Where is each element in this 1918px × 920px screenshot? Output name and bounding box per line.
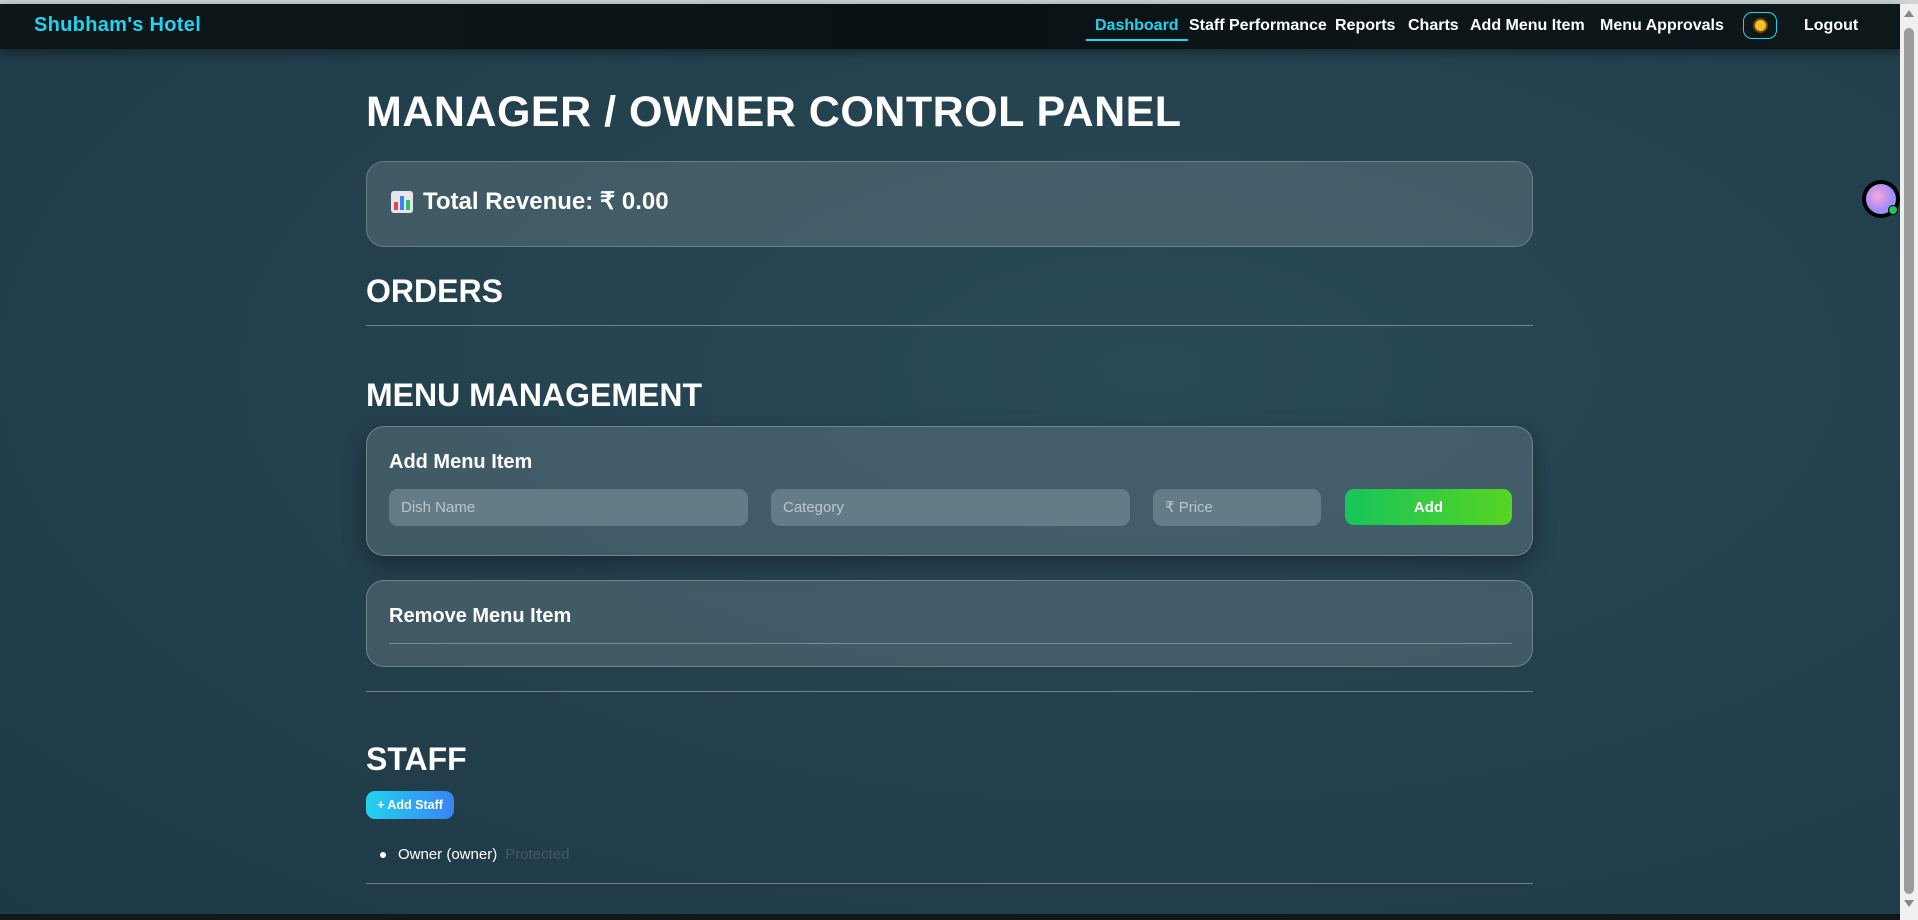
bullet-icon xyxy=(380,851,386,858)
nav-menu-approvals[interactable]: Menu Approvals xyxy=(1600,12,1724,39)
nav-charts[interactable]: Charts xyxy=(1408,12,1459,39)
add-menu-item-title: Add Menu Item xyxy=(389,451,533,473)
staff-status: Protected xyxy=(505,846,570,863)
scrollbar-thumb[interactable] xyxy=(1904,28,1914,894)
vertical-scrollbar[interactable] xyxy=(1900,4,1918,920)
revenue-card: Total Revenue: ₹ 0.00 xyxy=(366,161,1533,247)
dish-name-input[interactable] xyxy=(389,489,748,526)
staff-divider xyxy=(366,883,1533,884)
staff-name: Owner (owner) xyxy=(398,846,498,863)
remove-list-divider xyxy=(389,643,1512,644)
orders-divider xyxy=(366,325,1533,326)
theme-toggle-button[interactable] xyxy=(1743,12,1777,39)
nav-add-menu-item[interactable]: Add Menu Item xyxy=(1470,12,1585,39)
brand-logo[interactable]: Shubham's Hotel xyxy=(34,14,201,37)
orders-heading: ORDERS xyxy=(366,273,503,309)
add-menu-item-button[interactable]: Add xyxy=(1345,489,1512,525)
nav-staff-performance[interactable]: Staff Performance xyxy=(1189,12,1327,39)
nav-reports[interactable]: Reports xyxy=(1335,12,1395,39)
remove-menu-item-card: Remove Menu Item xyxy=(366,580,1533,667)
sun-icon xyxy=(1754,20,1766,31)
navbar: Shubham's Hotel Dashboard Staff Performa… xyxy=(0,4,1900,49)
floating-assistant-avatar[interactable] xyxy=(1862,180,1900,218)
menu-management-heading: MENU MANAGEMENT xyxy=(366,377,702,413)
scroll-down-arrow-icon[interactable] xyxy=(1904,900,1914,907)
total-revenue-label: Total Revenue: ₹ 0.00 xyxy=(423,188,669,215)
add-menu-item-card: Add Menu Item Add xyxy=(366,426,1533,556)
price-input[interactable] xyxy=(1153,489,1321,526)
remove-menu-item-title: Remove Menu Item xyxy=(389,605,572,627)
menu-divider xyxy=(366,691,1533,692)
staff-heading: STAFF xyxy=(366,741,467,777)
bar-chart-icon xyxy=(391,190,413,213)
nav-dashboard[interactable]: Dashboard xyxy=(1086,12,1188,41)
add-staff-button[interactable]: + Add Staff xyxy=(366,791,454,819)
category-input[interactable] xyxy=(771,489,1130,526)
logout-button[interactable]: Logout xyxy=(1804,12,1858,39)
online-status-dot xyxy=(1888,205,1898,215)
scroll-up-arrow-icon[interactable] xyxy=(1904,10,1914,17)
list-item: Owner (owner) Protected xyxy=(380,846,569,863)
page-title: MANAGER / OWNER CONTROL PANEL xyxy=(366,88,1182,136)
bottom-edge xyxy=(0,914,1900,920)
